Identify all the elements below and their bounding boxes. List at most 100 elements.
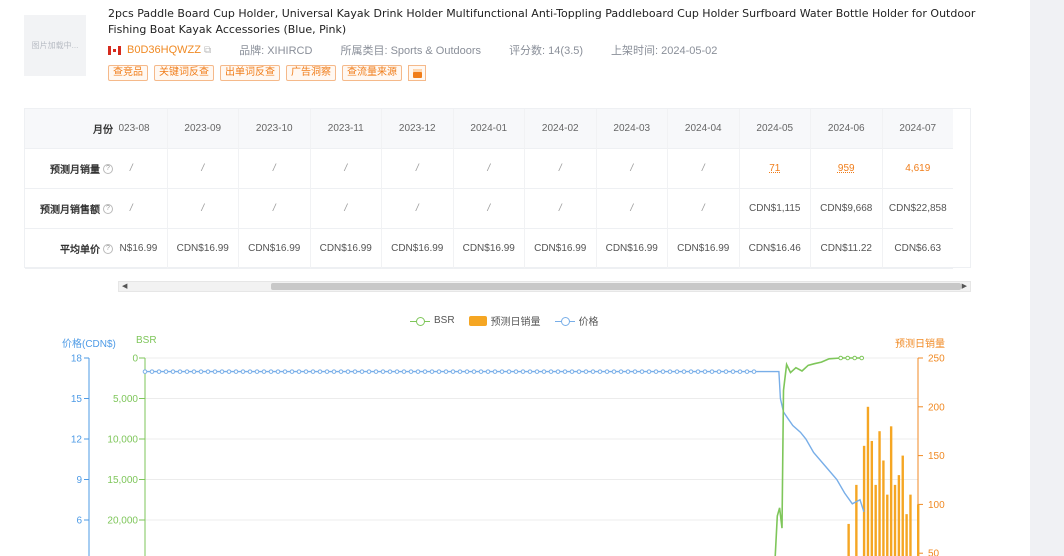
price-point bbox=[233, 369, 239, 374]
price-point bbox=[149, 369, 155, 374]
price-point bbox=[478, 369, 484, 374]
price-tick-label: 12 bbox=[71, 435, 83, 446]
price-point bbox=[303, 369, 309, 374]
price-point bbox=[366, 369, 372, 374]
price-point bbox=[310, 369, 316, 374]
price-point bbox=[499, 369, 505, 374]
units-tick-label: 150 bbox=[928, 451, 945, 462]
units-bar bbox=[870, 440, 874, 556]
bsr-point bbox=[845, 355, 851, 361]
units-bar bbox=[893, 484, 897, 556]
price-point bbox=[282, 369, 288, 374]
price-point bbox=[737, 369, 743, 374]
price-point bbox=[674, 369, 680, 374]
price-point bbox=[520, 369, 526, 374]
price-point bbox=[191, 369, 197, 374]
price-point bbox=[751, 369, 757, 374]
price-point bbox=[184, 369, 190, 374]
price-point bbox=[492, 369, 498, 374]
price-point bbox=[219, 369, 225, 374]
bsr-point bbox=[852, 355, 858, 361]
units-tick-label: 250 bbox=[928, 354, 945, 365]
units-bar bbox=[905, 514, 908, 556]
units-bar bbox=[897, 475, 901, 556]
price-point bbox=[464, 369, 470, 374]
price-point bbox=[709, 369, 715, 374]
price-point bbox=[359, 369, 365, 374]
price-point bbox=[730, 369, 736, 374]
price-point bbox=[604, 369, 610, 374]
price-point bbox=[569, 369, 575, 374]
price-point bbox=[695, 369, 701, 374]
price-point bbox=[632, 369, 638, 374]
price-point bbox=[422, 369, 428, 374]
price-point bbox=[331, 369, 337, 374]
units-bar bbox=[855, 484, 858, 556]
price-point bbox=[506, 369, 512, 374]
sales-chart[interactable]: 0 5,000 10,000 15,000 20,000 18 15 12 9 6 250 200 15… bbox=[0, 0, 1064, 556]
price-point bbox=[597, 369, 603, 374]
units-bar bbox=[878, 431, 881, 556]
price-point bbox=[723, 369, 729, 374]
price-point bbox=[625, 369, 631, 374]
price-point bbox=[744, 369, 750, 374]
price-point bbox=[548, 369, 554, 374]
price-point bbox=[562, 369, 568, 374]
price-point bbox=[373, 369, 379, 374]
price-point bbox=[317, 369, 323, 374]
price-point bbox=[338, 369, 344, 374]
price-point bbox=[583, 369, 589, 374]
units-bar bbox=[862, 445, 866, 556]
price-point bbox=[646, 369, 652, 374]
price-point bbox=[667, 369, 673, 374]
price-point bbox=[471, 369, 477, 374]
price-point bbox=[639, 369, 645, 374]
price-point bbox=[226, 369, 232, 374]
price-point bbox=[401, 369, 407, 374]
price-point bbox=[660, 369, 666, 374]
price-point bbox=[170, 369, 176, 374]
units-tick-label: 200 bbox=[928, 402, 945, 413]
bsr-tick-label: 0 bbox=[132, 354, 138, 365]
bsr-point bbox=[838, 355, 844, 361]
price-point bbox=[443, 369, 449, 374]
price-point bbox=[212, 369, 218, 374]
price-point bbox=[513, 369, 519, 374]
bsr-tick-label: 5,000 bbox=[113, 394, 138, 405]
price-point bbox=[408, 369, 414, 374]
units-bar bbox=[886, 494, 889, 556]
bsr-line bbox=[774, 357, 864, 556]
price-tick-label: 15 bbox=[71, 394, 83, 405]
price-point bbox=[618, 369, 624, 374]
price-point bbox=[275, 369, 281, 374]
price-point bbox=[555, 369, 561, 374]
price-tick-label: 9 bbox=[76, 475, 82, 486]
price-point bbox=[198, 369, 204, 374]
price-point bbox=[485, 369, 491, 374]
bsr-tick-label: 15,000 bbox=[107, 475, 138, 486]
units-bar bbox=[909, 494, 912, 556]
units-bar bbox=[901, 455, 904, 556]
price-point bbox=[527, 369, 533, 374]
units-tick-label: 100 bbox=[928, 500, 945, 511]
price-point bbox=[415, 369, 421, 374]
price-point bbox=[163, 369, 169, 374]
units-bar bbox=[866, 406, 870, 556]
price-point bbox=[681, 369, 687, 374]
units-bar bbox=[882, 460, 885, 556]
price-tick-label: 18 bbox=[71, 354, 83, 365]
price-point bbox=[688, 369, 694, 374]
price-point bbox=[429, 369, 435, 374]
price-point bbox=[156, 369, 162, 374]
units-bar bbox=[917, 504, 920, 556]
price-line bbox=[145, 370, 865, 513]
bsr-tick-label: 20,000 bbox=[107, 516, 138, 527]
bsr-tick-label: 10,000 bbox=[107, 435, 138, 446]
bsr-point bbox=[859, 355, 865, 361]
price-point bbox=[352, 369, 358, 374]
price-point bbox=[268, 369, 274, 374]
price-point bbox=[387, 369, 393, 374]
price-point bbox=[345, 369, 351, 374]
price-point bbox=[394, 369, 400, 374]
price-point bbox=[261, 369, 267, 374]
